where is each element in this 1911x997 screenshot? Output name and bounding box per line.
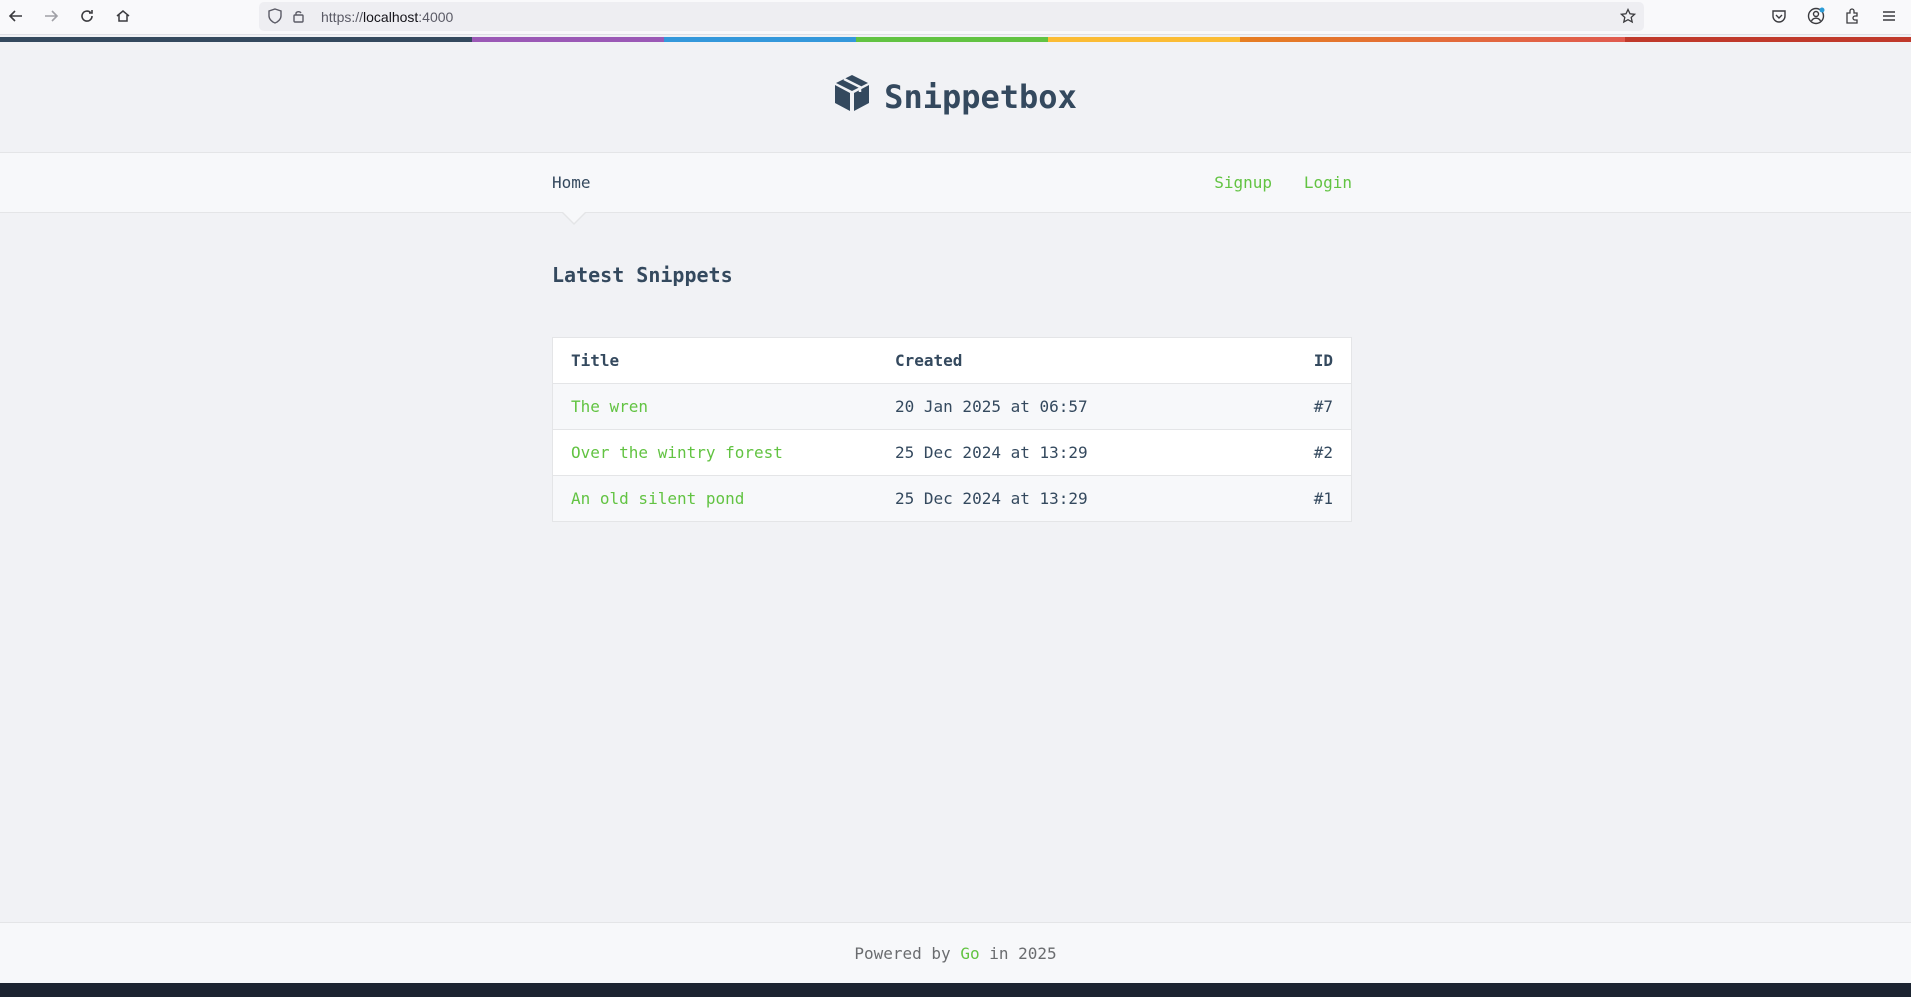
snippet-created: 25 Dec 2024 at 13:29 bbox=[877, 475, 1235, 522]
snippet-id: #2 bbox=[1235, 429, 1352, 476]
address-bar[interactable]: https://localhost:4000 bbox=[259, 2, 1644, 31]
nav-home-link[interactable]: Home bbox=[552, 173, 591, 192]
browser-toolbar: https://localhost:4000 bbox=[0, 0, 1911, 35]
pocket-icon[interactable] bbox=[1767, 4, 1791, 28]
column-header-id: ID bbox=[1235, 337, 1352, 384]
main-nav: Home Signup Login bbox=[0, 152, 1911, 225]
url-host: localhost bbox=[363, 9, 419, 25]
footer-suffix: in 2025 bbox=[989, 944, 1057, 963]
snippet-title-link[interactable]: Over the wintry forest bbox=[571, 443, 783, 462]
cube-icon bbox=[834, 74, 870, 120]
page-title: Latest Snippets bbox=[552, 263, 733, 287]
menu-icon[interactable] bbox=[1877, 4, 1901, 28]
url-text[interactable]: https://localhost:4000 bbox=[321, 9, 453, 25]
site-header: Snippetbox bbox=[0, 42, 1911, 152]
snippet-created: 20 Jan 2025 at 06:57 bbox=[877, 383, 1235, 430]
column-header-created: Created bbox=[877, 337, 1235, 384]
back-icon[interactable] bbox=[4, 4, 28, 28]
nav-signup-link[interactable]: Signup bbox=[1214, 173, 1272, 192]
forward-icon[interactable] bbox=[39, 4, 63, 28]
reload-icon[interactable] bbox=[75, 4, 99, 28]
url-port: :4000 bbox=[418, 9, 454, 25]
snippet-id: #1 bbox=[1235, 475, 1352, 522]
snippet-id: #7 bbox=[1235, 383, 1352, 430]
footer-go-link[interactable]: Go bbox=[960, 944, 979, 963]
account-icon[interactable] bbox=[1804, 4, 1828, 28]
footer-prefix: Powered by bbox=[854, 944, 951, 963]
app-name: Snippetbox bbox=[884, 78, 1077, 116]
table-header-row: Title Created ID bbox=[552, 337, 1352, 384]
bookmark-star-icon[interactable] bbox=[1619, 7, 1637, 29]
table-row: The wren 20 Jan 2025 at 06:57 #7 bbox=[552, 383, 1352, 430]
home-icon[interactable] bbox=[111, 4, 135, 28]
shield-icon[interactable] bbox=[267, 8, 283, 29]
table-row: An old silent pond 25 Dec 2024 at 13:29 … bbox=[552, 475, 1352, 522]
url-prefix: https:// bbox=[321, 9, 364, 25]
snippet-title-link[interactable]: The wren bbox=[571, 397, 648, 416]
extensions-icon[interactable] bbox=[1840, 4, 1864, 28]
nav-login-link[interactable]: Login bbox=[1304, 173, 1352, 192]
snippet-title-link[interactable]: An old silent pond bbox=[571, 489, 744, 508]
main-content: Latest Snippets Title Created ID The wre… bbox=[552, 211, 1352, 522]
snippets-table: Title Created ID The wren 20 Jan 2025 at… bbox=[552, 337, 1352, 522]
logo-link[interactable]: Snippetbox bbox=[834, 74, 1077, 120]
site-footer: Powered by Go in 2025 bbox=[0, 922, 1911, 984]
table-row: Over the wintry forest 25 Dec 2024 at 13… bbox=[552, 429, 1352, 476]
os-taskbar bbox=[0, 983, 1911, 997]
column-header-title: Title bbox=[552, 337, 877, 384]
lock-icon[interactable] bbox=[291, 8, 307, 29]
snippet-created: 25 Dec 2024 at 13:29 bbox=[877, 429, 1235, 476]
